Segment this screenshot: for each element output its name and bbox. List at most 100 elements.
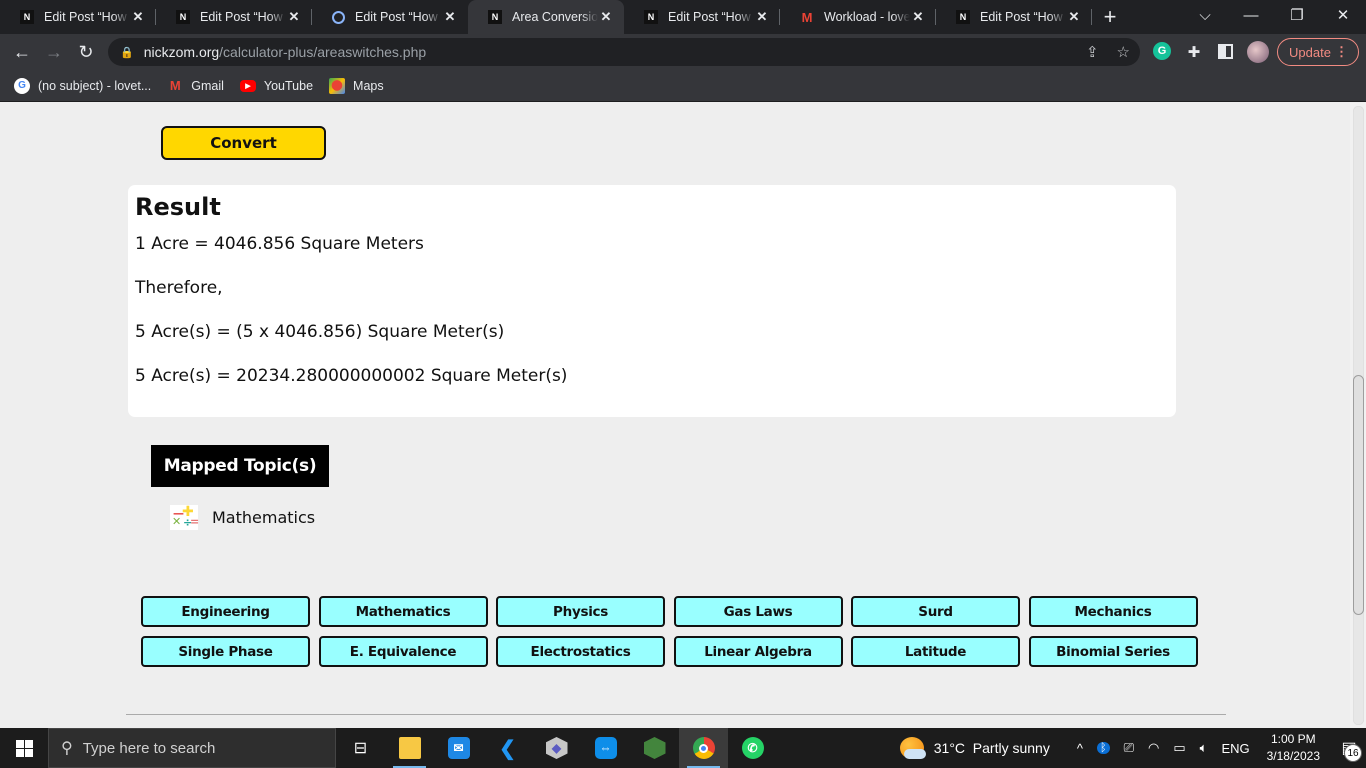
result-panel: Result 1 Acre = 4046.856 Square Meters T… (128, 185, 1176, 417)
topic-link[interactable]: Binomial Series (1028, 636, 1198, 667)
topic-link[interactable]: Engineering (141, 596, 310, 627)
topic-link[interactable]: Surd (851, 596, 1020, 627)
bookmark-item[interactable]: ▶ YouTube (239, 79, 313, 93)
notification-center-icon[interactable]: ▤16 (1332, 728, 1366, 768)
mail-icon[interactable]: ✉ (434, 728, 483, 768)
convert-button[interactable]: Convert (161, 126, 326, 160)
tab[interactable]: NEdit Post “How to✕ (156, 0, 312, 34)
topic-link[interactable]: Gas Laws (673, 596, 843, 627)
close-tab-icon[interactable]: ✕ (754, 9, 770, 25)
topic-link[interactable]: Single Phase (141, 636, 310, 667)
chrome-icon[interactable] (679, 728, 728, 768)
search-icon: ⚲ (61, 740, 73, 757)
topic-link[interactable]: Latitude (851, 636, 1020, 667)
grammarly-extension-icon[interactable]: G (1153, 42, 1171, 60)
close-tab-icon[interactable]: ✕ (130, 9, 146, 25)
result-line: 5 Acre(s) = 20234.280000000002 Square Me… (135, 366, 568, 386)
volume-icon[interactable]: 🔈︎ (1200, 740, 1208, 756)
gmail-icon: M (801, 9, 813, 25)
browser-toolbar: ← → ↻ 🔒 nickzom.org/calculator-plus/area… (0, 34, 1366, 70)
result-line: 5 Acre(s) = (5 x 4046.856) Square Meter(… (135, 322, 505, 342)
result-heading: Result (135, 193, 221, 221)
whatsapp-icon[interactable]: ✆ (728, 728, 777, 768)
language-indicator[interactable]: ENG (1221, 741, 1249, 756)
new-tab-button[interactable]: + (1092, 0, 1128, 34)
minimize-button[interactable]: — (1228, 0, 1274, 30)
tab[interactable]: NEdit Post “How to✕ (936, 0, 1092, 34)
gmail-icon: M (169, 78, 181, 93)
teamviewer-icon[interactable]: ⇔ (581, 728, 630, 768)
lock-icon[interactable]: 🔒 (120, 46, 134, 59)
result-line: Therefore, (135, 278, 223, 298)
clock[interactable]: 1:00 PM 3/18/2023 (1267, 731, 1320, 765)
close-window-button[interactable]: ✕ (1320, 0, 1366, 30)
loading-icon (332, 10, 345, 24)
nodejs-icon[interactable] (630, 728, 679, 768)
tab[interactable]: Edit Post “How to ✕ (312, 0, 468, 34)
windows-taskbar: ⚲ Type here to search ⊟ ✉ ❮ ◆ ⇔ ✆ 31°C Pa… (0, 728, 1366, 768)
tab-active[interactable]: N Area Conversion ✕ (468, 0, 624, 34)
mapped-topic-link[interactable]: — ✚ ✕ ÷ = Mathematics (170, 504, 315, 530)
profile-avatar[interactable] (1247, 41, 1269, 63)
bookmarks-bar: G (no subject) - lovet... M Gmail ▶ YouTube… (0, 70, 1366, 102)
bookmark-star-icon[interactable]: ☆ (1117, 43, 1130, 61)
task-view-icon[interactable]: ⊟ (336, 728, 385, 768)
bookmark-item[interactable]: G (no subject) - lovet... (14, 77, 151, 94)
topic-link[interactable]: Mechanics (1028, 596, 1198, 627)
tab[interactable]: NEdit Post “How to✕ (0, 0, 156, 34)
topic-link[interactable]: Electrostatics (496, 636, 665, 667)
close-tab-icon[interactable]: ✕ (598, 9, 614, 25)
back-button[interactable]: ← (6, 36, 38, 68)
address-bar[interactable]: 🔒 nickzom.org/calculator-plus/areaswitch… (108, 38, 1140, 66)
forward-button[interactable]: → (38, 36, 70, 68)
close-tab-icon[interactable]: ✕ (286, 9, 302, 25)
weather-icon[interactable] (899, 737, 926, 759)
notification-badge: 16 (1344, 744, 1362, 762)
vscode-icon[interactable]: ❮ (483, 728, 532, 768)
topic-link[interactable]: E. Equivalence (318, 636, 488, 667)
weather-text[interactable]: 31°C Partly sunny (934, 740, 1050, 756)
file-explorer-icon[interactable] (385, 728, 434, 768)
nickzom-icon: N (20, 10, 34, 24)
close-tab-icon[interactable]: ✕ (1066, 9, 1082, 25)
tab-search-icon[interactable]: ⌵ (1182, 0, 1228, 30)
start-button[interactable] (0, 728, 48, 768)
show-hidden-icons[interactable]: ^ (1077, 741, 1083, 756)
restore-button[interactable]: ❐ (1274, 0, 1320, 30)
maps-icon: ⬤ (329, 77, 346, 94)
topic-links-grid: Engineering Mathematics Physics Gas Laws… (141, 596, 1198, 667)
mapped-topics-heading: Mapped Topic(s) (151, 445, 329, 487)
extensions-icon[interactable]: ✚ (1184, 38, 1204, 66)
side-panel-icon[interactable] (1218, 44, 1233, 59)
vertical-scrollbar[interactable] (1350, 103, 1366, 728)
page-content: Convert Result 1 Acre = 4046.856 Square … (0, 103, 1350, 728)
taskbar-search-box[interactable]: ⚲ Type here to search (48, 728, 336, 768)
topic-link[interactable]: Physics (496, 596, 665, 627)
topic-link[interactable]: Linear Algebra (673, 636, 843, 667)
reload-button[interactable]: ↻ (70, 36, 102, 68)
divider (126, 714, 1226, 715)
nickzom-icon: N (956, 10, 970, 24)
bookmark-item[interactable]: ⬤ Maps (329, 77, 384, 94)
wifi-icon[interactable]: ◠ (1148, 740, 1159, 756)
camera-icon[interactable]: ⎚ (1124, 740, 1134, 756)
tab[interactable]: M Workload - lovetl ✕ (780, 0, 936, 34)
menu-dots-icon: ⋮ (1335, 44, 1348, 59)
nickzom-icon: N (488, 10, 502, 24)
virtualbox-icon[interactable]: ◆ (532, 728, 581, 768)
topic-link[interactable]: Mathematics (318, 596, 488, 627)
tab[interactable]: NEdit Post “How to✕ (624, 0, 780, 34)
bluetooth-icon[interactable]: ᛒ (1096, 742, 1110, 754)
mathematics-icon: — ✚ ✕ ÷ = (170, 504, 200, 530)
nickzom-icon: N (644, 10, 658, 24)
share-icon[interactable]: ⇪ (1086, 43, 1099, 61)
tab-strip: NEdit Post “How to✕ NEdit Post “How to✕ … (0, 0, 1366, 34)
bookmark-item[interactable]: M Gmail (167, 78, 224, 94)
update-button[interactable]: Update ⋮ (1277, 38, 1359, 66)
system-tray: 31°C Partly sunny ^ ᛒ ⎚ ◠ ▭ 🔈︎ ENG 1:00 … (899, 728, 1366, 768)
battery-icon[interactable]: ▭ (1173, 740, 1185, 756)
nickzom-icon: N (176, 10, 190, 24)
scrollbar-thumb[interactable] (1353, 375, 1364, 615)
close-tab-icon[interactable]: ✕ (442, 9, 458, 25)
close-tab-icon[interactable]: ✕ (910, 9, 926, 25)
